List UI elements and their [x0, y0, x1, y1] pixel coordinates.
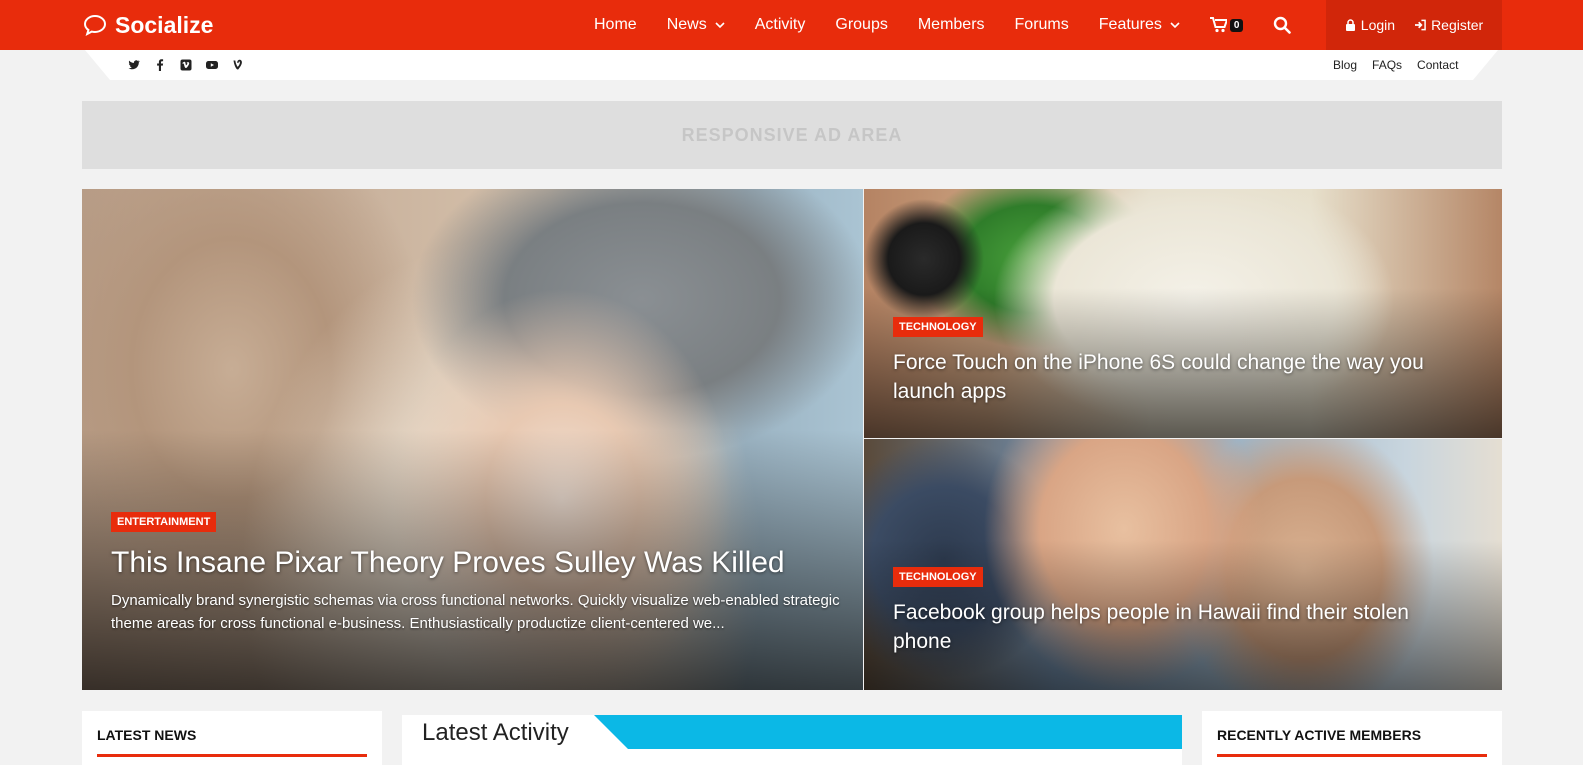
chevron-down-icon	[1170, 22, 1180, 29]
login-button[interactable]: Login	[1345, 17, 1395, 33]
featured-post-title[interactable]: Force Touch on the iPhone 6S could chang…	[893, 348, 1473, 406]
latest-news-widget: LATEST NEWS	[82, 711, 382, 765]
vine-icon[interactable]	[231, 58, 245, 72]
link-blog[interactable]: Blog	[1333, 58, 1357, 72]
vimeo-icon[interactable]	[179, 58, 193, 72]
chat-bubble-icon	[83, 14, 107, 36]
widget-title-underline	[97, 754, 367, 757]
main-nav: Home News Activity Groups Members Forums…	[594, 0, 1292, 50]
category-badge[interactable]: ENTERTAINMENT	[111, 512, 217, 532]
activity-accent-stripe	[594, 715, 1182, 749]
nav-label: Groups	[835, 16, 888, 33]
register-label: Register	[1431, 17, 1484, 33]
login-label: Login	[1360, 17, 1396, 33]
featured-post-bottom-right[interactable]: TECHNOLOGY Facebook group helps people i…	[864, 439, 1502, 690]
link-faqs[interactable]: FAQs	[1372, 58, 1402, 72]
facebook-icon[interactable]	[153, 58, 167, 72]
recently-active-members-widget: RECENTLY ACTIVE MEMBERS	[1202, 711, 1502, 765]
latest-activity-widget: Latest Activity	[402, 715, 1182, 765]
widget-title: Latest Activity	[422, 719, 583, 747]
widget-title: RECENTLY ACTIVE MEMBERS	[1217, 727, 1422, 743]
featured-post-top-right[interactable]: TECHNOLOGY Force Touch on the iPhone 6S …	[864, 189, 1502, 438]
cart-button[interactable]: 0	[1209, 17, 1244, 33]
nav-label: News	[666, 16, 707, 33]
top-navbar: Socialize Home News Activity Groups Memb…	[0, 0, 1583, 50]
lock-icon	[1345, 19, 1355, 31]
nav-label: Features	[1098, 16, 1162, 33]
chevron-down-icon	[715, 22, 725, 29]
search-icon[interactable]	[1273, 16, 1292, 34]
featured-post-main[interactable]: ENTERTAINMENT This Insane Pixar Theory P…	[82, 189, 863, 690]
logo-text: Socialize	[115, 11, 214, 38]
site-logo[interactable]: Socialize	[83, 12, 213, 38]
category-badge[interactable]: TECHNOLOGY	[893, 317, 983, 337]
nav-label: Members	[917, 16, 985, 33]
register-button[interactable]: Register	[1415, 17, 1483, 33]
ad-label: RESPONSIVE AD AREA	[681, 124, 903, 145]
youtube-icon[interactable]	[205, 58, 219, 72]
auth-area: Login Register	[1326, 0, 1502, 50]
nav-label: Home	[594, 16, 637, 33]
nav-item-members[interactable]: Members	[918, 16, 985, 34]
widget-title: LATEST NEWS	[97, 727, 197, 743]
link-contact[interactable]: Contact	[1417, 58, 1458, 72]
nav-item-features[interactable]: Features	[1099, 16, 1180, 34]
secondary-bar	[85, 50, 1498, 80]
featured-post-excerpt: Dynamically brand synergistic schemas vi…	[111, 592, 840, 632]
featured-post-content: TECHNOLOGY Facebook group helps people i…	[893, 567, 1473, 656]
widget-title-underline	[1217, 754, 1487, 757]
nav-label: Activity	[754, 16, 806, 33]
category-badge[interactable]: TECHNOLOGY	[893, 567, 983, 587]
nav-item-activity[interactable]: Activity	[755, 16, 806, 34]
sign-in-icon	[1415, 19, 1426, 31]
cart-count-badge: 0	[1229, 18, 1244, 32]
ad-banner[interactable]: RESPONSIVE AD AREA	[82, 101, 1502, 169]
twitter-icon[interactable]	[127, 58, 141, 72]
featured-post-content: ENTERTAINMENT This Insane Pixar Theory P…	[111, 512, 841, 635]
featured-post-title[interactable]: Facebook group helps people in Hawaii fi…	[893, 598, 1473, 656]
nav-item-forums[interactable]: Forums	[1015, 16, 1069, 34]
nav-item-groups[interactable]: Groups	[835, 16, 887, 34]
featured-post-title[interactable]: This Insane Pixar Theory Proves Sulley W…	[111, 544, 841, 582]
featured-post-content: TECHNOLOGY Force Touch on the iPhone 6S …	[893, 317, 1473, 406]
social-links	[127, 58, 245, 72]
secondary-links: Blog FAQs Contact	[1333, 58, 1458, 72]
cart-icon	[1209, 17, 1227, 33]
nav-label: Forums	[1014, 16, 1069, 33]
nav-item-news[interactable]: News	[667, 16, 725, 34]
nav-item-home[interactable]: Home	[594, 16, 637, 34]
